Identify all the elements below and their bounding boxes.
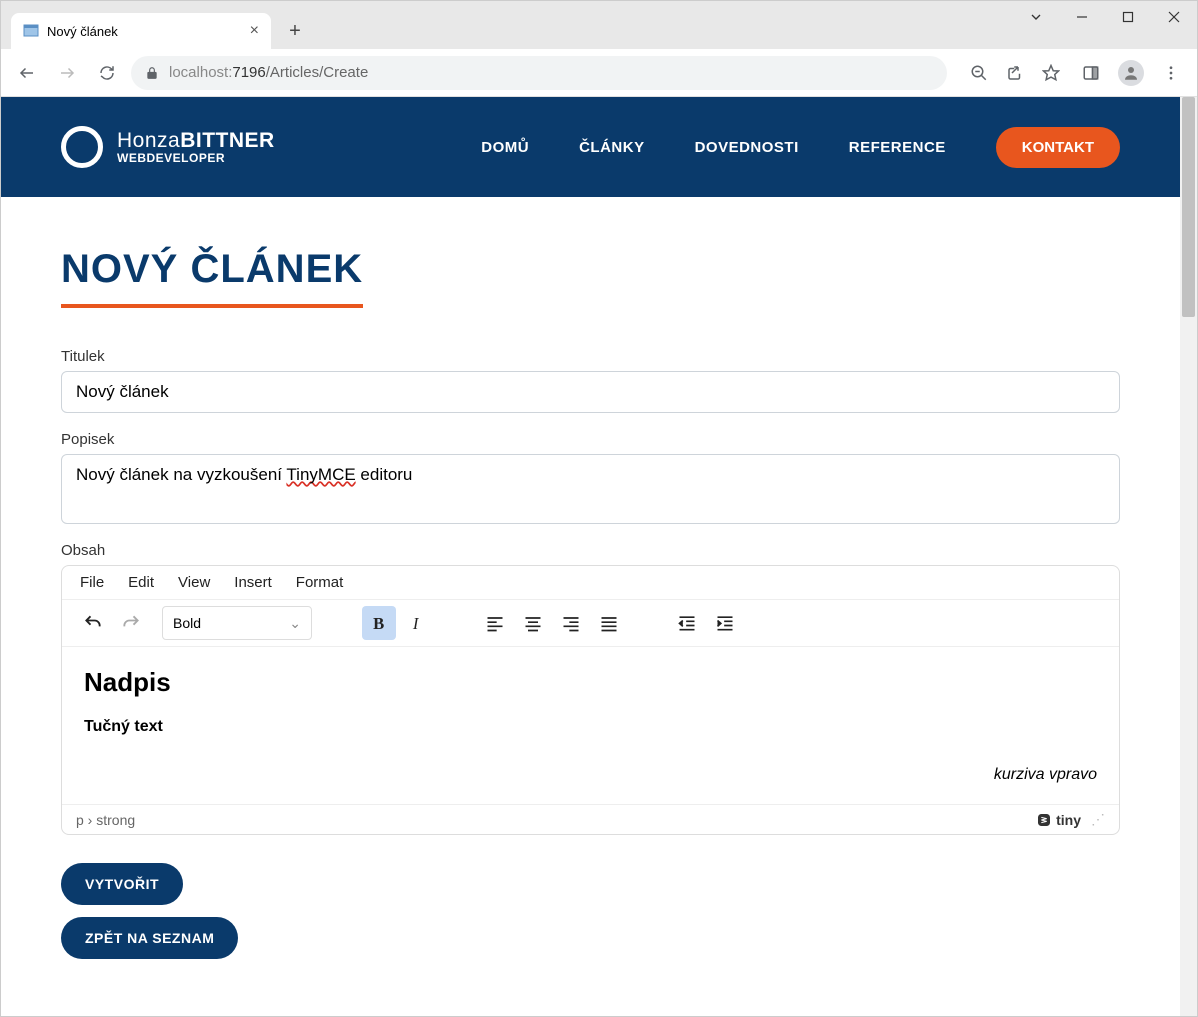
redo-button[interactable]: [114, 606, 148, 640]
tab-title: Nový článek: [47, 24, 118, 39]
submit-button[interactable]: VYTVOŘIT: [61, 863, 183, 905]
vertical-scrollbar[interactable]: [1180, 97, 1197, 1016]
format-select[interactable]: Bold ⌄: [162, 606, 312, 640]
page-viewport: HonzaBITTNER WEBDEVELOPER DOMŮ ČLÁNKY DO…: [1, 97, 1197, 1016]
menu-insert[interactable]: Insert: [234, 574, 272, 591]
window-controls: [1013, 1, 1197, 33]
nav-links: DOMŮ ČLÁNKY DOVEDNOSTI REFERENCE KONTAKT: [481, 127, 1120, 168]
label-description: Popisek: [61, 431, 1120, 448]
chevron-down-icon: ⌄: [289, 615, 301, 632]
editor-toolbar: Bold ⌄ B I: [62, 599, 1119, 647]
italic-button[interactable]: I: [400, 606, 434, 640]
align-justify-button[interactable]: [592, 606, 626, 640]
site-logo[interactable]: HonzaBITTNER WEBDEVELOPER: [61, 126, 275, 168]
editor-path[interactable]: p › strong: [76, 812, 135, 828]
label-title: Titulek: [61, 348, 1120, 365]
browser-window: Nový článek × + localhost:7196/Articles/…: [0, 0, 1198, 1017]
undo-button[interactable]: [76, 606, 110, 640]
close-tab-icon[interactable]: ×: [250, 22, 259, 40]
side-panel-icon[interactable]: [1075, 57, 1107, 89]
editor-body[interactable]: Nadpis Tučný text kurziva vpravo: [62, 647, 1119, 804]
content-bold-text: Tučný text: [84, 718, 1097, 736]
form-buttons: VYTVOŘIT ZPĚT NA SEZNAM: [61, 863, 1120, 959]
site-navbar: HonzaBITTNER WEBDEVELOPER DOMŮ ČLÁNKY DO…: [1, 97, 1180, 197]
profile-avatar[interactable]: [1115, 57, 1147, 89]
menu-edit[interactable]: Edit: [128, 574, 154, 591]
menu-view[interactable]: View: [178, 574, 210, 591]
page-title: NOVÝ ČLÁNEK: [61, 247, 363, 308]
menu-icon[interactable]: [1155, 57, 1187, 89]
nav-link-home[interactable]: DOMŮ: [481, 139, 529, 156]
input-description[interactable]: Nový článek na vyzkoušení TinyMCE editor…: [61, 454, 1120, 524]
logo-text: HonzaBITTNER WEBDEVELOPER: [117, 129, 275, 165]
scrollbar-thumb[interactable]: [1182, 97, 1195, 317]
browser-tab[interactable]: Nový článek ×: [11, 13, 271, 49]
bookmark-icon[interactable]: [1035, 57, 1067, 89]
nav-link-references[interactable]: REFERENCE: [849, 139, 946, 156]
share-icon[interactable]: [999, 57, 1031, 89]
forward-button[interactable]: [51, 57, 83, 89]
url-text: localhost:7196/Articles/Create: [169, 64, 368, 81]
content-italic-right: kurziva vpravo: [84, 766, 1097, 784]
editor-menubar: File Edit View Insert Format: [62, 566, 1119, 599]
tabs-dropdown-icon[interactable]: [1013, 1, 1059, 33]
browser-titlebar: Nový článek × +: [1, 1, 1197, 49]
align-right-button[interactable]: [554, 606, 588, 640]
minimize-button[interactable]: [1059, 1, 1105, 33]
outdent-button[interactable]: [670, 606, 704, 640]
close-window-button[interactable]: [1151, 1, 1197, 33]
align-left-button[interactable]: [478, 606, 512, 640]
bold-button[interactable]: B: [362, 606, 396, 640]
maximize-button[interactable]: [1105, 1, 1151, 33]
editor-brand[interactable]: tiny: [1036, 812, 1081, 828]
logo-circle-icon: [61, 126, 103, 168]
resize-handle-icon[interactable]: ⋰: [1091, 811, 1105, 828]
menu-format[interactable]: Format: [296, 574, 344, 591]
zoom-icon[interactable]: [963, 57, 995, 89]
field-title: Titulek: [61, 348, 1120, 413]
content-heading: Nadpis: [84, 667, 1097, 698]
svg-text:B: B: [373, 614, 384, 633]
nav-cta-contact[interactable]: KONTAKT: [996, 127, 1120, 168]
lock-icon: [145, 66, 159, 80]
input-title[interactable]: [61, 371, 1120, 413]
tiny-logo-icon: [1036, 812, 1052, 828]
field-content: Obsah File Edit View Insert Format: [61, 542, 1120, 835]
page-favicon: [23, 23, 39, 39]
url-input[interactable]: localhost:7196/Articles/Create: [131, 56, 947, 90]
richtext-editor: File Edit View Insert Format Bold ⌄: [61, 565, 1120, 835]
svg-text:I: I: [412, 614, 420, 633]
back-button[interactable]: [11, 57, 43, 89]
nav-link-articles[interactable]: ČLÁNKY: [579, 139, 645, 156]
indent-button[interactable]: [708, 606, 742, 640]
new-tab-button[interactable]: +: [279, 15, 311, 47]
form-container: NOVÝ ČLÁNEK Titulek Popisek Nový článek …: [1, 197, 1180, 1009]
label-content: Obsah: [61, 542, 1120, 559]
page-content: HonzaBITTNER WEBDEVELOPER DOMŮ ČLÁNKY DO…: [1, 97, 1180, 1016]
browser-address-bar: localhost:7196/Articles/Create: [1, 49, 1197, 97]
align-center-button[interactable]: [516, 606, 550, 640]
format-select-value: Bold: [173, 615, 201, 631]
nav-link-skills[interactable]: DOVEDNOSTI: [695, 139, 799, 156]
field-description: Popisek Nový článek na vyzkoušení TinyMC…: [61, 431, 1120, 524]
menu-file[interactable]: File: [80, 574, 104, 591]
back-to-list-button[interactable]: ZPĚT NA SEZNAM: [61, 917, 238, 959]
reload-button[interactable]: [91, 57, 123, 89]
editor-statusbar: p › strong tiny ⋰: [62, 804, 1119, 834]
